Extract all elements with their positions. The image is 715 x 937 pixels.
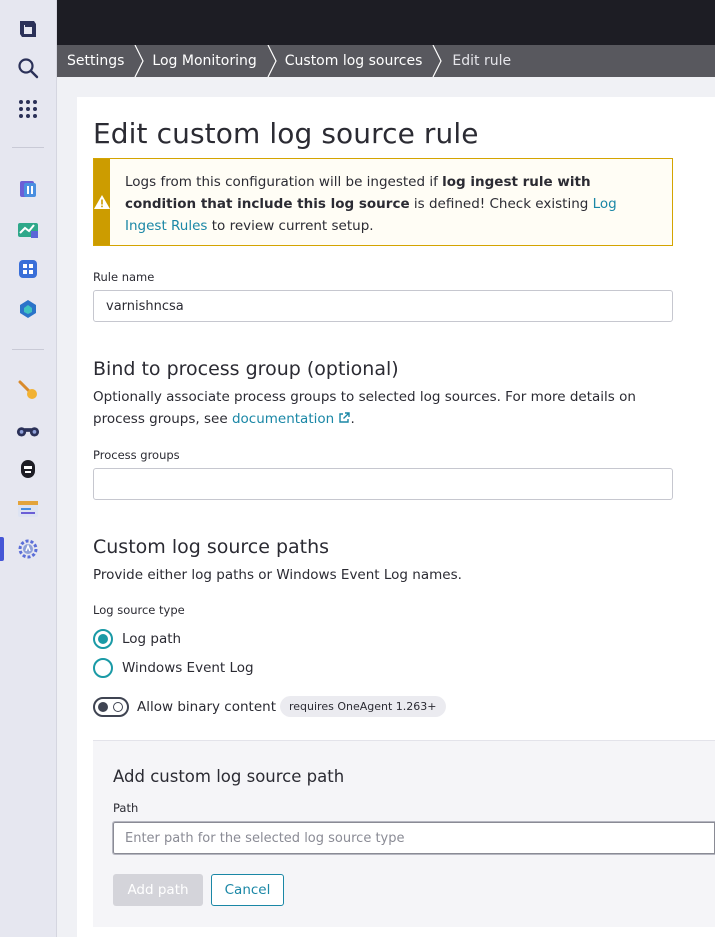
process-group-desc-text: Optionally associate process groups to s… xyxy=(93,389,636,427)
path-input[interactable]: Enter path for the selected log source t… xyxy=(112,821,715,855)
path-label: Path xyxy=(113,801,139,815)
add-path-heading: Add custom log source path xyxy=(113,767,345,786)
radio-windows-event-log[interactable]: Windows Event Log xyxy=(93,658,254,678)
add-path-button[interactable]: Add path xyxy=(113,874,203,906)
breadcrumb-label: Settings xyxy=(67,53,125,69)
apps-grid-icon[interactable] xyxy=(16,97,40,121)
top-bar xyxy=(57,0,715,45)
nav-divider xyxy=(12,147,44,148)
documentation-link[interactable]: documentation xyxy=(232,411,351,427)
allow-binary-toggle[interactable] xyxy=(93,696,129,717)
warning-text-part: Logs from this configuration will be ing… xyxy=(125,174,443,190)
process-group-desc-text: . xyxy=(350,411,355,427)
nav-rail xyxy=(0,0,57,937)
process-group-description: Optionally associate process groups to s… xyxy=(93,386,673,430)
breadcrumb-label: Edit rule xyxy=(452,53,512,69)
documentation-link-text: documentation xyxy=(231,411,335,427)
agent-icon[interactable] xyxy=(16,457,40,481)
oneagent-version-badge: requires OneAgent 1.263+ xyxy=(280,696,446,717)
path-placeholder: Enter path for the selected log source t… xyxy=(125,830,405,846)
page-title: Edit custom log source rule xyxy=(93,117,479,150)
breadcrumb: Settings Log Monitoring Custom log sourc… xyxy=(57,45,715,77)
binoculars-icon[interactable] xyxy=(16,418,40,442)
radio-label: Log path xyxy=(122,631,182,647)
allow-binary-row: Allow binary content requires OneAgent 1… xyxy=(93,696,446,717)
external-link-icon xyxy=(339,412,351,423)
rule-name-value: varnishncsa xyxy=(106,298,184,314)
rule-name-input[interactable]: varnishncsa xyxy=(93,290,673,322)
services-icon[interactable] xyxy=(16,297,40,321)
breadcrumb-custom-log-sources[interactable]: Custom log sources xyxy=(271,45,443,77)
infrastructure-icon[interactable] xyxy=(16,218,40,242)
log-source-paths-description: Provide either log paths or Windows Even… xyxy=(93,567,462,583)
breadcrumb-log-monitoring[interactable]: Log Monitoring xyxy=(138,45,277,77)
key-icon[interactable] xyxy=(16,378,40,402)
cancel-button[interactable]: Cancel xyxy=(211,874,284,906)
radio-log-path[interactable]: Log path xyxy=(93,629,181,649)
radio-unselected-icon xyxy=(93,658,113,678)
process-group-heading: Bind to process group (optional) xyxy=(93,358,399,380)
search-icon[interactable] xyxy=(16,56,40,80)
warning-text: Logs from this configuration will be ing… xyxy=(110,159,672,245)
breadcrumb-label: Log Monitoring xyxy=(152,53,257,69)
breadcrumb-label: Custom log sources xyxy=(284,53,423,69)
rule-name-label: Rule name xyxy=(93,270,155,284)
settings-gear-icon[interactable] xyxy=(16,537,40,561)
warning-icon xyxy=(94,159,110,245)
warning-banner: Logs from this configuration will be ing… xyxy=(93,158,673,246)
process-groups-input[interactable] xyxy=(93,468,673,500)
logs-icon[interactable] xyxy=(16,497,40,521)
logo-icon[interactable] xyxy=(16,17,40,41)
radio-label: Windows Event Log xyxy=(122,660,254,676)
apps-icon[interactable] xyxy=(16,257,40,281)
process-groups-label: Process groups xyxy=(93,448,180,462)
warning-text-part: to review current setup. xyxy=(207,218,374,234)
radio-selected-icon xyxy=(93,629,113,649)
log-source-paths-heading: Custom log source paths xyxy=(93,536,330,558)
dashboards-icon[interactable] xyxy=(16,177,40,201)
breadcrumb-edit-rule: Edit rule xyxy=(436,45,521,77)
active-nav-indicator xyxy=(0,537,4,561)
nav-divider xyxy=(12,349,44,350)
allow-binary-label: Allow binary content xyxy=(137,698,276,715)
breadcrumb-settings[interactable]: Settings xyxy=(57,45,145,77)
log-source-type-label: Log source type xyxy=(93,603,185,617)
warning-text-part: is defined! Check existing xyxy=(409,196,593,212)
